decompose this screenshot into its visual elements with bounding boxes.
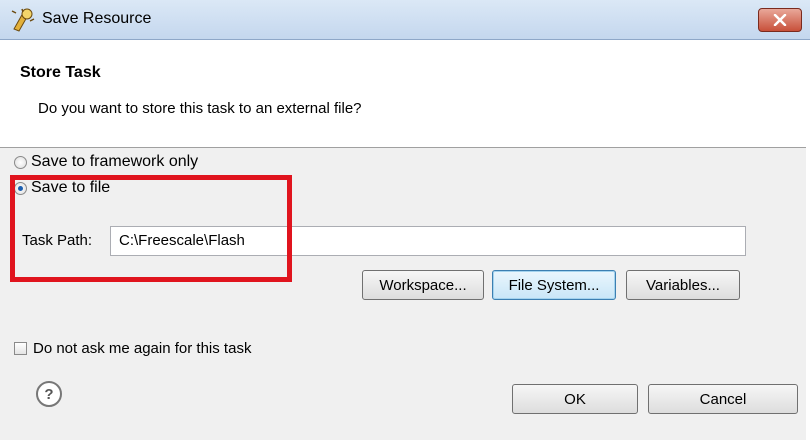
save-framework-only-option[interactable]: Save to framework only	[14, 153, 198, 171]
dialog-header: Store Task Do you want to store this tas…	[0, 40, 810, 148]
title-bar: Save Resource	[0, 0, 810, 40]
right-edge	[806, 40, 810, 440]
ok-button[interactable]: OK	[512, 384, 638, 414]
file-system-button[interactable]: File System...	[492, 270, 616, 300]
dont-ask-again-checkbox[interactable]	[14, 342, 27, 355]
variables-button[interactable]: Variables...	[626, 270, 740, 300]
dont-ask-again-option[interactable]: Do not ask me again for this task	[14, 340, 251, 357]
dont-ask-again-label: Do not ask me again for this task	[33, 340, 252, 357]
dialog-heading: Store Task	[20, 64, 101, 81]
radio-save-to-file-label: Save to file	[31, 179, 111, 196]
window-title: Save Resource	[42, 10, 152, 27]
task-path-label: Task Path:	[22, 232, 93, 249]
task-path-input[interactable]: C:\Freescale\Flash	[110, 226, 746, 256]
cancel-button[interactable]: Cancel	[648, 384, 798, 414]
close-button[interactable]	[758, 8, 802, 32]
help-icon[interactable]: ?	[36, 381, 62, 407]
wizard-icon	[11, 8, 35, 32]
radio-framework-only[interactable]	[14, 155, 27, 169]
save-to-file-option[interactable]: Save to file	[14, 179, 110, 197]
workspace-button[interactable]: Workspace...	[362, 270, 484, 300]
dialog-description: Do you want to store this task to an ext…	[38, 100, 362, 117]
radio-framework-only-label: Save to framework only	[31, 153, 199, 170]
radio-save-to-file[interactable]	[14, 181, 27, 195]
close-icon	[773, 14, 787, 26]
